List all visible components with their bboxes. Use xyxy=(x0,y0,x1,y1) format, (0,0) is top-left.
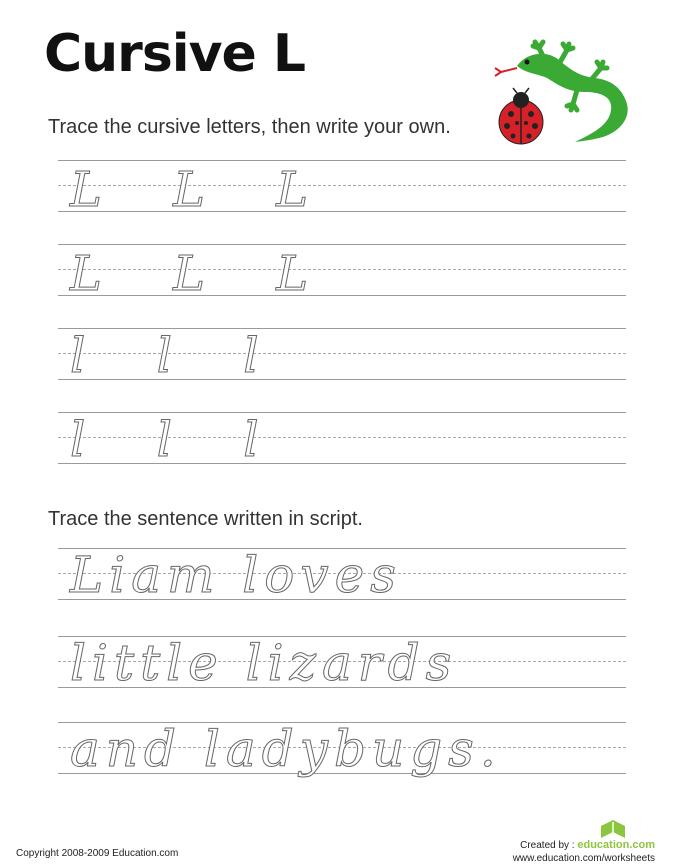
page-title: Cursive L xyxy=(44,24,306,84)
letter-row-4[interactable]: l l l xyxy=(58,412,626,468)
sentence-row-3[interactable]: and ladybugs. xyxy=(58,720,626,778)
brand-name[interactable]: education.com xyxy=(577,839,655,851)
sentence-row-1[interactable]: Liam loves xyxy=(58,546,626,604)
created-by-label: Created by : xyxy=(520,840,575,851)
decoration-art xyxy=(487,38,637,153)
letter-row-3[interactable]: l l l xyxy=(58,328,626,384)
trace-letters: l l l xyxy=(70,328,287,384)
trace-sentence: Liam loves xyxy=(70,546,402,604)
copyright-text: Copyright 2008-2009 Education.com xyxy=(16,848,179,859)
education-logo-icon xyxy=(601,820,625,838)
trace-letters: L L L xyxy=(69,162,337,218)
trace-sentence: little lizards xyxy=(69,634,458,692)
trace-letters: l l l xyxy=(70,412,287,468)
sentence-instruction: Trace the sentence written in script. xyxy=(48,508,363,530)
trace-letters: L L L xyxy=(69,246,337,302)
worksheets-url[interactable]: www.education.com/worksheets xyxy=(513,852,655,865)
trace-sentence: and ladybugs. xyxy=(70,720,502,778)
letters-instruction: Trace the cursive letters, then write yo… xyxy=(48,116,451,138)
ladybug-icon xyxy=(498,87,544,145)
letter-row-2[interactable]: L L L xyxy=(58,244,626,302)
sentence-row-2[interactable]: little lizards xyxy=(58,634,626,692)
letter-row-1[interactable]: L L L xyxy=(58,160,626,218)
footer-credits: Created by : education.com www.education… xyxy=(513,838,655,865)
